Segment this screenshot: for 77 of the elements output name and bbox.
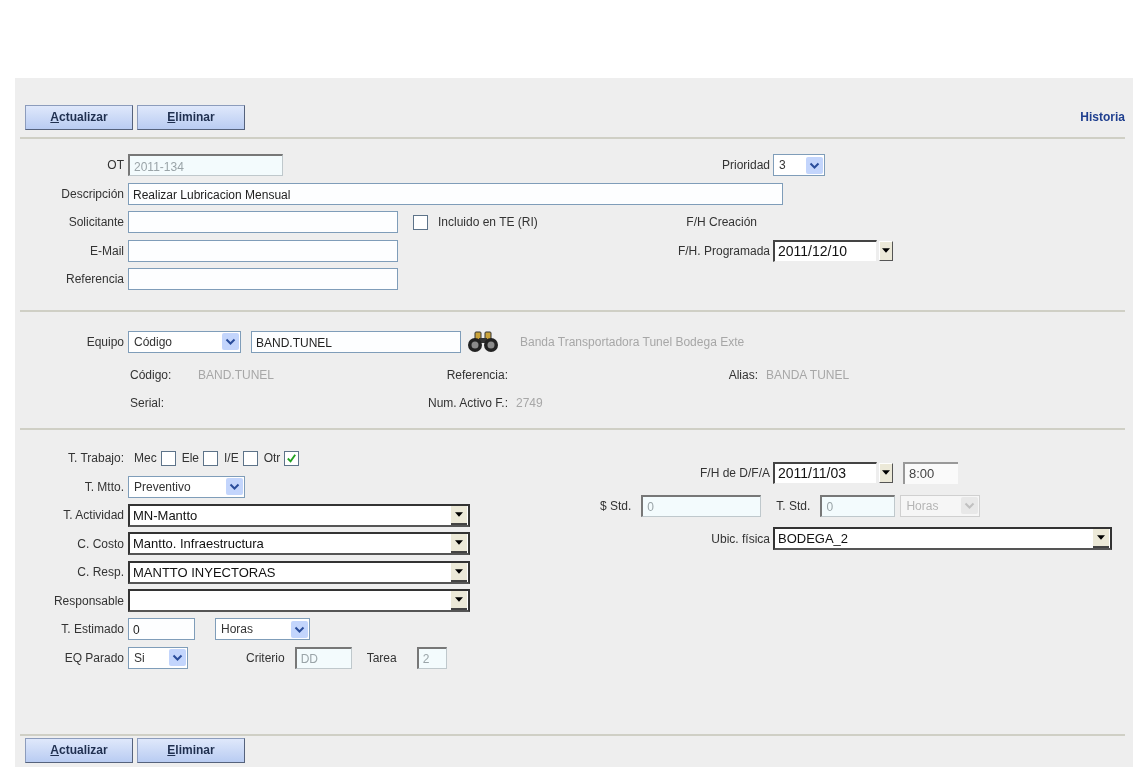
reference-field[interactable] (128, 268, 398, 291)
requester-field[interactable] (128, 211, 398, 234)
detail-value: BANDA TUNEL (766, 368, 850, 382)
equipment-code-field[interactable]: BAND.TUNEL (251, 330, 461, 353)
detail-label: Alias: (727, 368, 758, 382)
action-button[interactable]: Eliminar (137, 104, 245, 130)
date-field[interactable]: 2011/12/10 (773, 239, 877, 262)
detail-value: 2749 (516, 396, 543, 410)
checkbox-label: Ele (181, 451, 199, 466)
location-combo-box[interactable]: BODEGA_2 (773, 527, 1112, 550)
chevron-icon (291, 620, 308, 638)
field-label: Referencia (64, 272, 124, 287)
action-button[interactable]: Eliminar (137, 737, 245, 763)
dropdown-button[interactable] (879, 462, 893, 483)
field-label: OT (106, 158, 124, 173)
action-button[interactable]: Actualizar (25, 104, 133, 130)
field-label: Ubic. física (710, 531, 771, 546)
checkbox[interactable] (284, 450, 300, 466)
checkbox[interactable] (242, 450, 258, 466)
field-label: T. Mtto. (83, 479, 124, 494)
field-label: T. Estimado (60, 622, 124, 637)
checkbox[interactable] (413, 214, 428, 230)
field-label: $ Std. (600, 498, 632, 513)
email-field[interactable] (128, 239, 398, 262)
field-label: C. Costo (76, 536, 124, 551)
unit-select[interactable]: Horas (215, 618, 310, 641)
checkbox[interactable] (203, 450, 218, 466)
combo-box[interactable]: MN-Mantto (128, 503, 470, 527)
field-label: E-Mail (89, 243, 124, 258)
field-label: F/H. Programada (676, 243, 771, 258)
detail-label: Código: (129, 368, 173, 382)
checkbox[interactable] (160, 450, 176, 466)
checkbox-label: I/E (224, 451, 239, 466)
field-label: Tarea (366, 650, 397, 665)
date-field[interactable]: 2011/11/03 (773, 461, 877, 484)
combo-box[interactable]: Mantto. Infraestructura (128, 532, 470, 556)
chevron-icon (222, 333, 239, 351)
field-label: Descripción (60, 186, 124, 201)
history-link[interactable]: Historia (1080, 110, 1125, 124)
field-label: F/H de D/F/A (699, 465, 771, 480)
time-field[interactable]: 8:00 (903, 461, 958, 484)
dropdown-button[interactable] (879, 240, 893, 261)
checkbox-label: Mec (134, 451, 157, 466)
stopped-select[interactable]: Si (128, 646, 188, 669)
chevron-icon (806, 156, 823, 174)
field-label: Prioridad (720, 158, 771, 173)
checkbox-label: Incluido en TE (RI) (438, 215, 538, 230)
priority-select[interactable]: 3 (773, 154, 825, 177)
caret-icon (882, 248, 890, 254)
maintenance-type-select[interactable]: Preventivo (128, 475, 245, 498)
detail-label: Num. Activo F.: (426, 396, 508, 410)
detail-value: BAND.TUNEL (198, 368, 274, 382)
combo-box[interactable]: MANTTO INYECTORAS (128, 560, 470, 584)
detail-label: Serial: (129, 396, 165, 410)
field-label: EQ Parado (63, 650, 124, 665)
caret-icon (882, 470, 890, 475)
field-label: Equipo (85, 334, 124, 349)
field-label: Solicitante (67, 215, 124, 230)
chevron-icon (961, 497, 979, 514)
field-label: Responsable (52, 593, 124, 608)
binoculars-icon[interactable] (466, 329, 500, 354)
field-label: Criterio (246, 650, 285, 665)
chevron-icon (169, 649, 186, 667)
field-label: F/H Creación (685, 215, 758, 230)
estimate-field[interactable]: 0 (128, 618, 195, 641)
checkbox-label: Otr (263, 451, 281, 466)
combo-box[interactable] (128, 589, 470, 613)
field-label: T. Trabajo: (66, 451, 124, 466)
search-type-select[interactable]: Código (128, 330, 241, 353)
detail-label: Referencia: (445, 368, 508, 382)
field-label: T. Actividad (62, 508, 124, 523)
equipment-description: Banda Transportadora Tunel Bodega Exte (520, 334, 745, 349)
field-label: C. Resp. (76, 565, 124, 580)
action-button[interactable]: Actualizar (25, 737, 133, 763)
chevron-icon (226, 478, 243, 496)
description-field[interactable]: Realizar Lubricacion Mensual (128, 182, 783, 205)
field-label: T. Std. (776, 498, 811, 513)
